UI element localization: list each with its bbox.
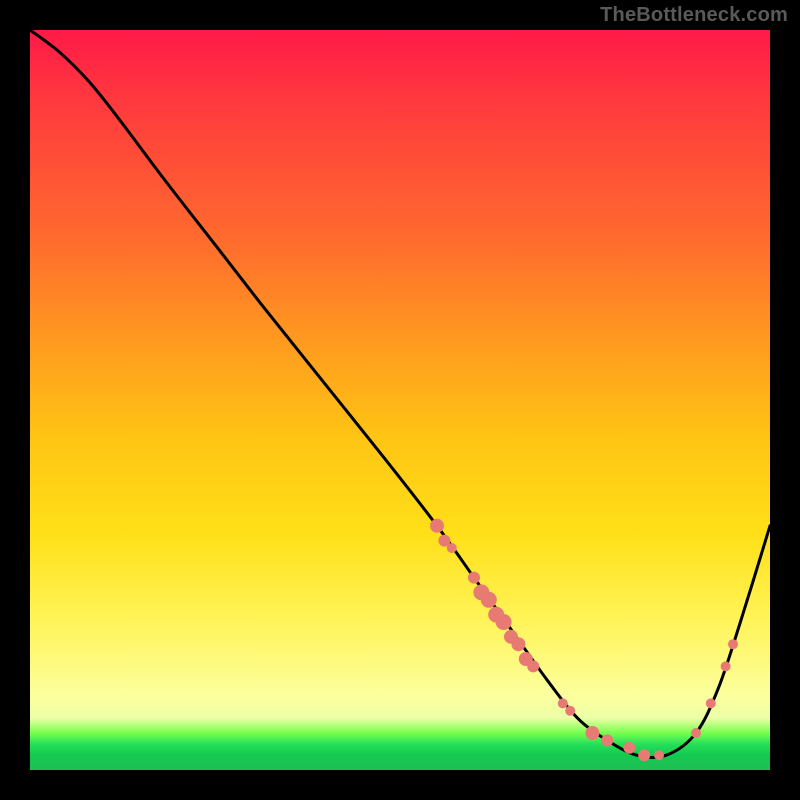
curve-marker xyxy=(601,734,613,746)
plot-area xyxy=(30,30,770,770)
watermark-text: TheBottleneck.com xyxy=(600,4,788,27)
curve-marker xyxy=(496,614,512,630)
curve-marker xyxy=(447,543,457,553)
curve-marker xyxy=(706,698,716,708)
curve-marker xyxy=(511,637,525,651)
curve-marker xyxy=(721,661,731,671)
curve-marker xyxy=(654,750,664,760)
curve-marker xyxy=(728,639,738,649)
curve-marker xyxy=(468,572,480,584)
curve-marker xyxy=(623,742,635,754)
curve-marker xyxy=(565,706,575,716)
curve-marker xyxy=(527,660,539,672)
bottleneck-curve xyxy=(30,30,770,758)
chart-stage: TheBottleneck.com xyxy=(0,0,800,800)
curve-marker xyxy=(585,726,599,740)
curve-marker xyxy=(430,519,444,533)
curve-marker xyxy=(638,749,650,761)
curve-marker xyxy=(558,698,568,708)
curve-marker xyxy=(481,592,497,608)
curve-marker xyxy=(691,728,701,738)
curve-layer xyxy=(30,30,770,770)
